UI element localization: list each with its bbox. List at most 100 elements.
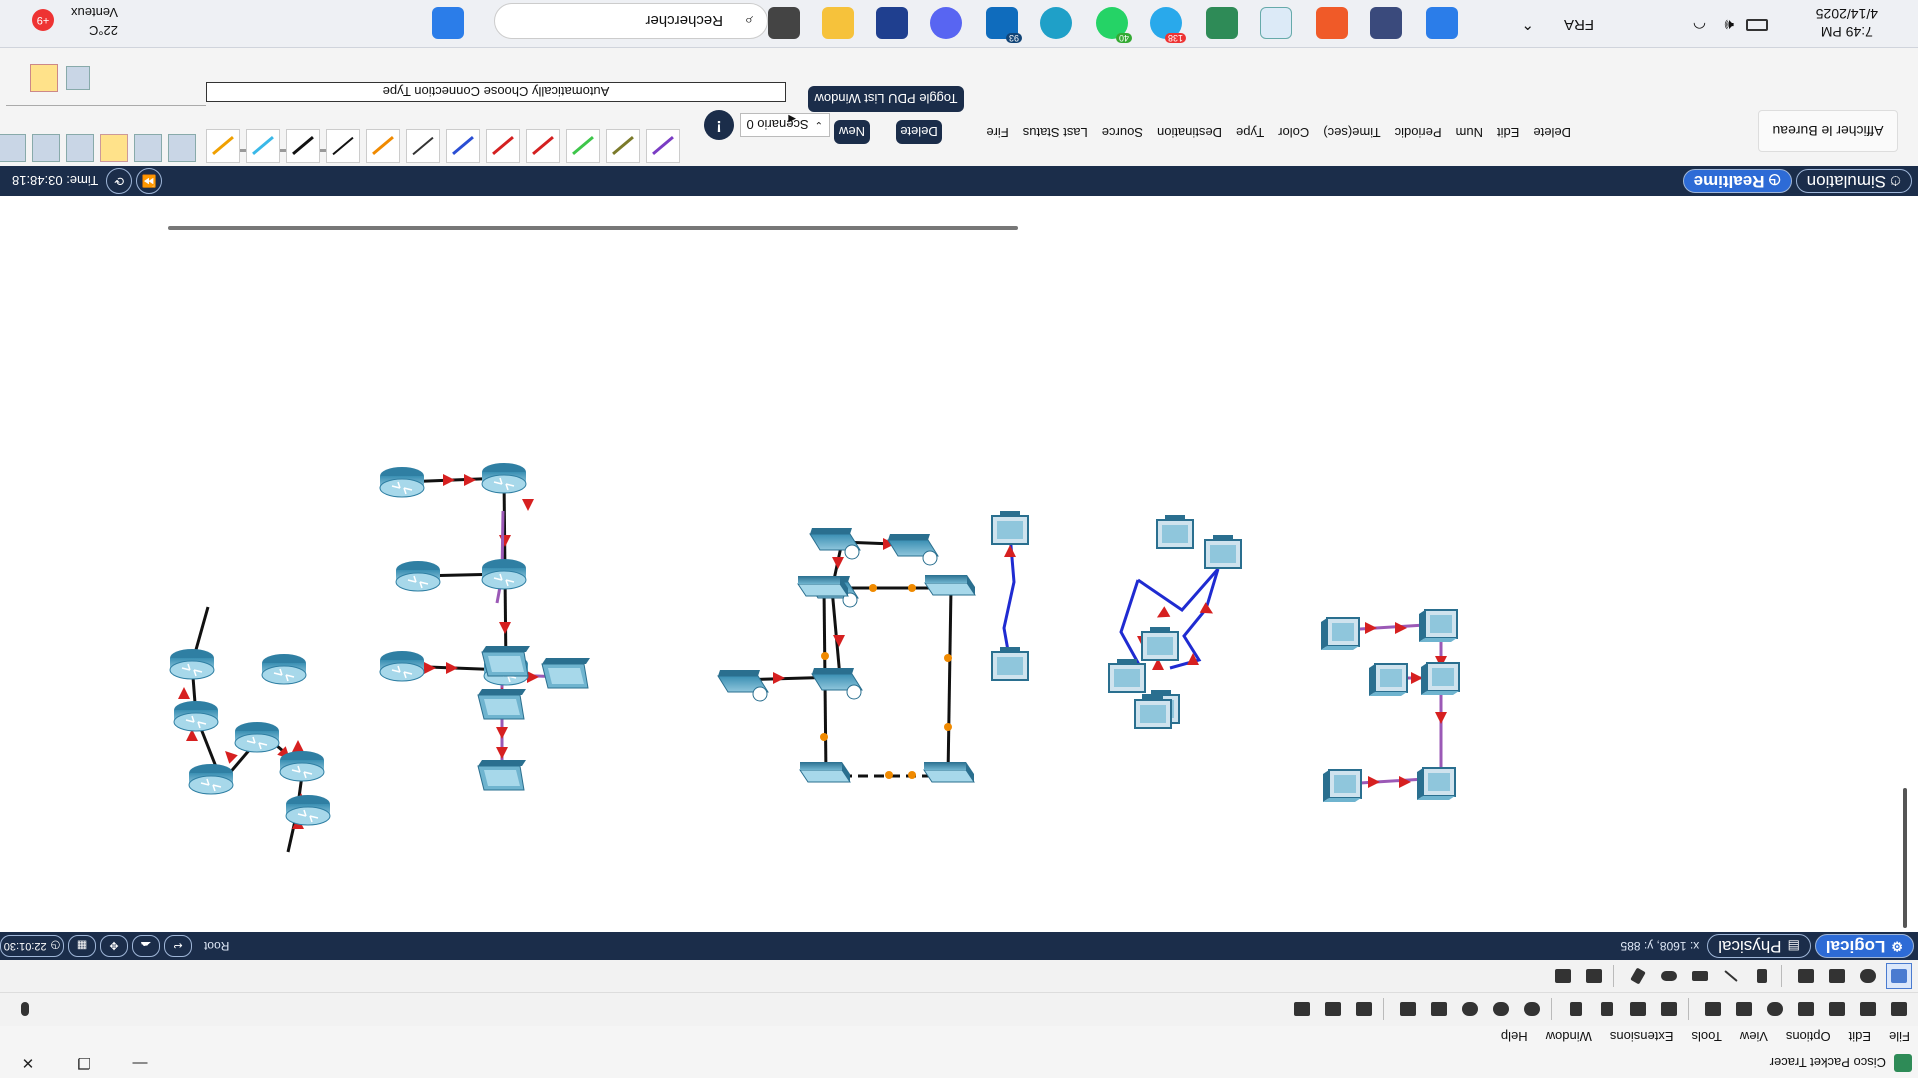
category-components-icon[interactable] — [32, 134, 60, 162]
usb-cable-icon[interactable] — [566, 129, 600, 163]
info-icon[interactable]: ! — [704, 110, 734, 140]
link-cable[interactable] — [1119, 579, 1144, 671]
switch-icon[interactable] — [924, 575, 976, 596]
add-complex-pdu-icon[interactable] — [1550, 963, 1576, 989]
router-icon[interactable] — [481, 463, 527, 494]
category-multiuser-icon[interactable] — [168, 134, 196, 162]
menu-options[interactable]: Options — [1786, 1030, 1831, 1045]
grid-view-icon[interactable] — [66, 66, 90, 90]
pc-icon[interactable] — [1134, 695, 1172, 729]
save-file-icon[interactable] — [1824, 997, 1850, 1023]
coaxial-cable-icon[interactable] — [646, 129, 680, 163]
server-icon[interactable] — [1369, 663, 1408, 696]
router-icon[interactable] — [173, 701, 219, 732]
place-note-icon[interactable] — [1749, 963, 1775, 989]
switch-icon[interactable] — [923, 762, 975, 783]
wireless-router-icon[interactable] — [809, 528, 861, 560]
weather-widget[interactable]: 22°C Venteux — [71, 3, 118, 39]
zoom-out-icon[interactable] — [1457, 997, 1483, 1023]
menu-help[interactable]: Help — [1501, 1030, 1528, 1045]
custom-device-dialog-icon[interactable] — [1395, 997, 1421, 1023]
menu-extensions[interactable]: Extensions — [1610, 1030, 1674, 1045]
server-icon[interactable] — [1417, 767, 1456, 800]
router-icon[interactable] — [379, 651, 425, 682]
copy-icon[interactable] — [1656, 997, 1682, 1023]
battery-icon[interactable] — [1746, 19, 1768, 31]
back-icon[interactable]: ↩ — [164, 935, 192, 957]
set-background-icon[interactable]: ▦ — [68, 935, 96, 957]
activity-wizard-icon[interactable] — [1762, 997, 1788, 1023]
draw-ellipse-icon[interactable] — [1656, 963, 1682, 989]
pc-icon[interactable] — [991, 511, 1029, 545]
router-icon[interactable] — [188, 764, 234, 795]
packet-tracer-logo-icon[interactable] — [1206, 7, 1238, 39]
menu-file[interactable]: File — [1889, 1030, 1910, 1045]
connections-category-icon[interactable] — [30, 64, 58, 92]
afficher-bureau-button[interactable]: Afficher le Bureau — [1758, 110, 1898, 152]
laptop-icon[interactable] — [477, 689, 526, 720]
freeform-icon[interactable] — [1625, 963, 1651, 989]
open-file-icon[interactable] — [1855, 997, 1881, 1023]
wireless-router-icon[interactable] — [811, 668, 863, 700]
link-cable[interactable] — [1324, 536, 1917, 931]
move-object-icon[interactable]: ✥ — [100, 935, 128, 957]
windows-start-icon[interactable] — [432, 7, 464, 39]
network-info-icon[interactable] — [1731, 997, 1757, 1023]
router-icon[interactable] — [279, 751, 325, 782]
server-icon[interactable] — [1421, 662, 1460, 695]
zoom-in-icon[interactable] — [1519, 997, 1545, 1023]
router-icon[interactable] — [481, 559, 527, 590]
print-icon[interactable] — [1793, 997, 1819, 1023]
new-file-icon[interactable] — [1886, 997, 1912, 1023]
paste-icon[interactable] — [1625, 997, 1651, 1023]
pc-icon[interactable] — [991, 647, 1029, 681]
pc-icon[interactable] — [1108, 659, 1146, 693]
new-cluster-icon[interactable]: ☁ — [132, 935, 160, 957]
minimize-button[interactable]: — — [112, 1054, 168, 1072]
power-cycle-icon[interactable]: ⟳ — [106, 168, 133, 194]
wifi-icon[interactable]: ◠ — [1693, 15, 1706, 33]
zoom-reset-icon[interactable] — [1488, 997, 1514, 1023]
volume-icon[interactable]: 🔊︎ — [1725, 16, 1734, 33]
resize-shape-icon[interactable] — [1793, 963, 1819, 989]
serial-dte-cable-icon[interactable] — [526, 129, 560, 163]
wireless-router-icon[interactable] — [887, 534, 939, 566]
select-icon[interactable] — [1886, 963, 1912, 989]
help-icon[interactable] — [12, 997, 38, 1023]
delete-scenario-button[interactable]: Delete — [896, 120, 942, 144]
search-box[interactable]: ⌕ Rechercher — [494, 3, 768, 39]
pc-icon[interactable] — [1156, 515, 1194, 549]
server-icon[interactable] — [1321, 617, 1360, 650]
store-icon[interactable] — [876, 7, 908, 39]
fiber-cable-icon[interactable] — [406, 129, 440, 163]
show-physical-icon[interactable] — [1320, 997, 1346, 1023]
link-cable[interactable] — [946, 587, 953, 777]
menu-window[interactable]: Window — [1546, 1030, 1592, 1045]
laptop-icon[interactable] — [541, 658, 590, 689]
switch-icon[interactable] — [797, 576, 849, 597]
simulation-tab[interactable]: ⏱ Simulation — [1795, 169, 1912, 193]
router-icon[interactable] — [169, 649, 215, 680]
serial-dce-cable-icon[interactable] — [486, 129, 520, 163]
maximize-button[interactable]: ❐ — [56, 1054, 112, 1072]
octal-cable-icon[interactable] — [606, 129, 640, 163]
realtime-tab[interactable]: ◷ Realtime — [1682, 169, 1792, 193]
chevron-up-icon[interactable]: ⌃ — [1521, 15, 1534, 33]
menu-tools[interactable]: Tools — [1692, 1030, 1722, 1045]
app-icon[interactable] — [1260, 7, 1292, 39]
fast-forward-icon[interactable]: ⏩ — [136, 168, 163, 194]
logical-tab[interactable]: ⚙ Logical — [1814, 934, 1914, 958]
phone-cable-icon[interactable] — [446, 129, 480, 163]
pc-icon[interactable] — [1204, 535, 1242, 569]
router-icon[interactable] — [395, 561, 441, 592]
view-workspace-icon[interactable] — [1351, 997, 1377, 1023]
custom-devices-icon[interactable] — [1700, 997, 1726, 1023]
straight-through-cable-icon[interactable] — [286, 129, 320, 163]
vertical-scrollbar[interactable] — [1903, 788, 1907, 928]
discord-icon[interactable] — [930, 7, 962, 39]
switch-icon[interactable] — [799, 762, 851, 783]
menu-edit[interactable]: Edit — [1849, 1030, 1871, 1045]
draw-line-icon[interactable] — [1718, 963, 1744, 989]
console-cable-icon[interactable] — [366, 129, 400, 163]
menu-view[interactable]: View — [1740, 1030, 1768, 1045]
